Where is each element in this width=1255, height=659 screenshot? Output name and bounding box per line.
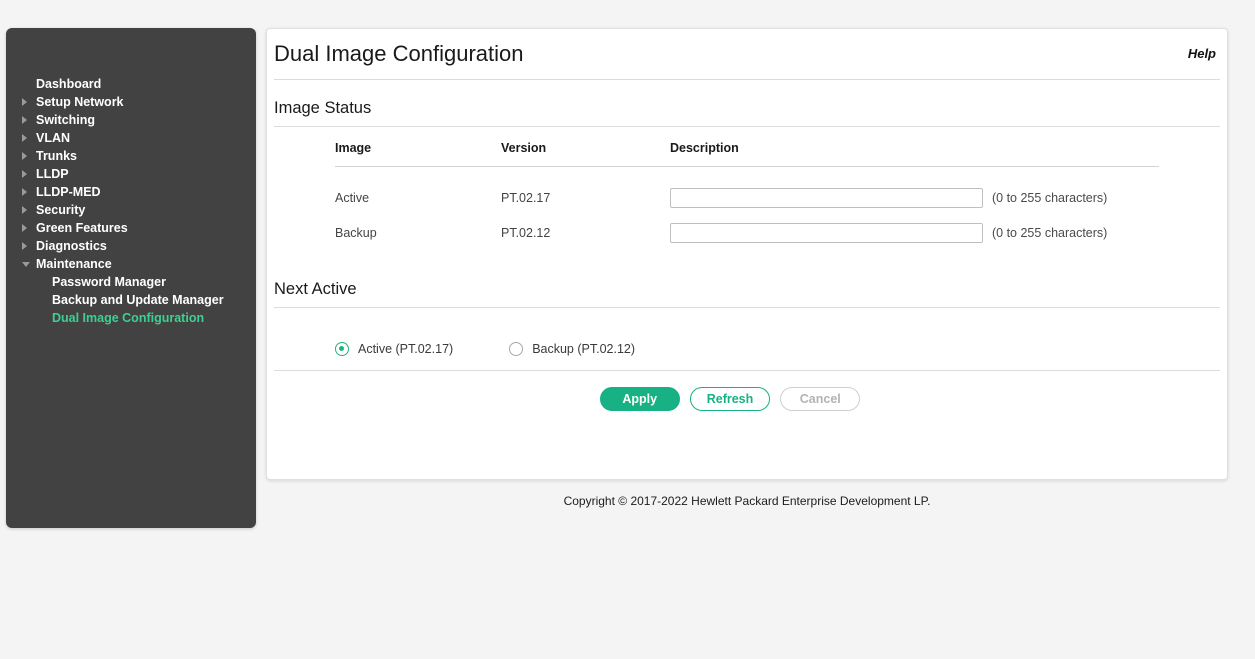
- description-wrapper: (0 to 255 characters): [670, 188, 1159, 208]
- sidebar-item-label: Diagnostics: [34, 239, 107, 253]
- sidebar-item-vlan[interactable]: VLAN: [6, 129, 256, 147]
- image-status-table: Image Version Description ActivePT.02.17…: [335, 127, 1159, 250]
- table-header-row: Image Version Description: [335, 127, 1159, 167]
- expand-arrow-collapsed: [22, 152, 34, 160]
- description-hint: (0 to 255 characters): [992, 226, 1107, 240]
- expand-arrow-expanded: [22, 261, 34, 267]
- page-header: Dual Image Configuration Help: [274, 29, 1220, 80]
- sidebar-item-dual-image-configuration[interactable]: Dual Image Configuration: [6, 309, 256, 327]
- sidebar-item-label: LLDP-MED: [34, 185, 101, 199]
- sidebar-item-label: Password Manager: [52, 275, 166, 289]
- radio-button-icon[interactable]: [509, 342, 523, 356]
- sidebar-item-password-manager[interactable]: Password Manager: [6, 273, 256, 291]
- description-wrapper: (0 to 255 characters): [670, 223, 1159, 243]
- cell-image: Backup: [335, 215, 501, 250]
- sidebar-item-lldp[interactable]: LLDP: [6, 165, 256, 183]
- help-link[interactable]: Help: [1188, 46, 1216, 61]
- sidebar-item-label: Backup and Update Manager: [52, 293, 224, 307]
- sidebar-item-label: Green Features: [34, 221, 128, 235]
- cell-version: PT.02.17: [501, 167, 670, 216]
- radio-label: Active (PT.02.17): [358, 342, 453, 356]
- sidebar-item-maintenance[interactable]: Maintenance: [6, 255, 256, 273]
- description-input-active[interactable]: [670, 188, 983, 208]
- chevron-down-icon: [22, 262, 30, 267]
- expand-arrow-collapsed: [22, 170, 34, 178]
- sidebar-item-label: Security: [34, 203, 85, 217]
- expand-arrow-collapsed: [22, 206, 34, 214]
- expand-arrow-collapsed: [22, 242, 34, 250]
- next-active-option-active[interactable]: Active (PT.02.17): [335, 342, 453, 356]
- page-title: Dual Image Configuration: [274, 41, 523, 67]
- sidebar-item-label: Trunks: [34, 149, 77, 163]
- main-content-panel: Dual Image Configuration Help Image Stat…: [266, 28, 1228, 480]
- cancel-button: Cancel: [780, 387, 860, 411]
- cell-version: PT.02.12: [501, 215, 670, 250]
- expand-arrow-collapsed: [22, 224, 34, 232]
- radio-button-icon[interactable]: [335, 342, 349, 356]
- cell-description: (0 to 255 characters): [670, 215, 1159, 250]
- sidebar-item-backup-and-update-manager[interactable]: Backup and Update Manager: [6, 291, 256, 309]
- sidebar-item-label: Switching: [34, 113, 95, 127]
- image-status-section-title: Image Status: [267, 80, 1227, 126]
- next-active-option-backup[interactable]: Backup (PT.02.12): [509, 342, 635, 356]
- next-active-section-title: Next Active: [267, 250, 1227, 307]
- chevron-right-icon: [22, 242, 27, 250]
- cell-image: Active: [335, 167, 501, 216]
- next-active-radio-group: Active (PT.02.17) Backup (PT.02.12): [267, 308, 1227, 364]
- sidebar-item-diagnostics[interactable]: Diagnostics: [6, 237, 256, 255]
- sidebar-item-label: Dashboard: [34, 77, 101, 91]
- sidebar-item-label: Dual Image Configuration: [52, 311, 204, 325]
- button-bar: Apply Refresh Cancel: [267, 371, 1227, 411]
- sidebar-item-label: Maintenance: [34, 257, 112, 271]
- sidebar-item-green-features[interactable]: Green Features: [6, 219, 256, 237]
- sidebar-item-lldp-med[interactable]: LLDP-MED: [6, 183, 256, 201]
- chevron-right-icon: [22, 134, 27, 142]
- sidebar-item-dashboard[interactable]: Dashboard: [6, 75, 256, 93]
- chevron-right-icon: [22, 152, 27, 160]
- chevron-right-icon: [22, 170, 27, 178]
- column-header-image: Image: [335, 127, 501, 167]
- copyright-text: Copyright © 2017-2022 Hewlett Packard En…: [266, 494, 1228, 508]
- table-row: BackupPT.02.12 (0 to 255 characters): [335, 215, 1159, 250]
- sidebar-item-security[interactable]: Security: [6, 201, 256, 219]
- apply-button[interactable]: Apply: [600, 387, 680, 411]
- chevron-right-icon: [22, 224, 27, 232]
- cell-description: (0 to 255 characters): [670, 167, 1159, 216]
- sidebar-item-label: LLDP: [34, 167, 69, 181]
- description-hint: (0 to 255 characters): [992, 191, 1107, 205]
- sidebar: Dashboard Setup Network Switching VLAN Trunk…: [6, 28, 256, 528]
- chevron-right-icon: [22, 188, 27, 196]
- sidebar-item-setup-network[interactable]: Setup Network: [6, 93, 256, 111]
- description-input-backup[interactable]: [670, 223, 983, 243]
- sidebar-item-label: Setup Network: [34, 95, 124, 109]
- chevron-right-icon: [22, 98, 27, 106]
- expand-arrow-collapsed: [22, 98, 34, 106]
- chevron-right-icon: [22, 206, 27, 214]
- refresh-button[interactable]: Refresh: [690, 387, 771, 411]
- sidebar-item-label: VLAN: [34, 131, 70, 145]
- column-header-description: Description: [670, 127, 1159, 167]
- radio-label: Backup (PT.02.12): [532, 342, 635, 356]
- sidebar-item-trunks[interactable]: Trunks: [6, 147, 256, 165]
- expand-arrow-collapsed: [22, 116, 34, 124]
- column-header-version: Version: [501, 127, 670, 167]
- table-row: ActivePT.02.17 (0 to 255 characters): [335, 167, 1159, 216]
- page-root: Dashboard Setup Network Switching VLAN Trunk…: [0, 0, 1255, 659]
- chevron-right-icon: [22, 116, 27, 124]
- expand-arrow-collapsed: [22, 188, 34, 196]
- expand-arrow-collapsed: [22, 134, 34, 142]
- sidebar-item-switching[interactable]: Switching: [6, 111, 256, 129]
